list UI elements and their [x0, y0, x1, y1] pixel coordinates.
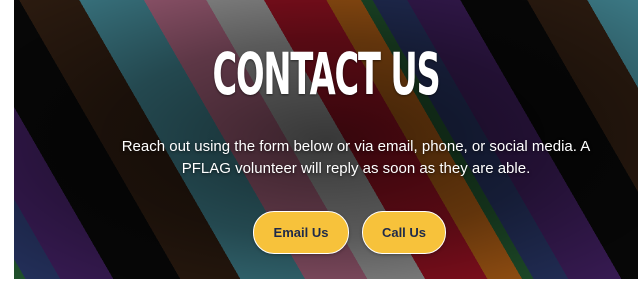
hero-description: Reach out using the form below or via em…: [121, 138, 591, 177]
contact-hero: CONTACT US Reach out using the form belo…: [14, 0, 638, 279]
page-title: CONTACT US: [212, 40, 440, 108]
hero-content: CONTACT US Reach out using the form belo…: [14, 0, 638, 279]
call-us-button[interactable]: Call Us: [362, 211, 446, 254]
email-us-button[interactable]: Email Us: [253, 211, 349, 254]
